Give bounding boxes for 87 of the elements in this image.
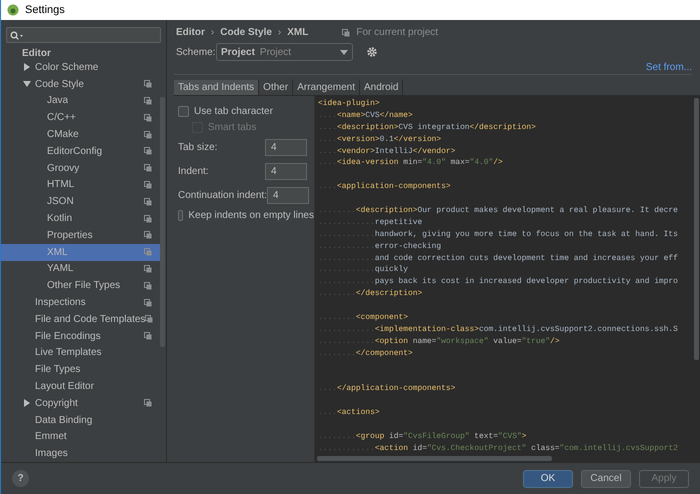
window-title: Settings — [25, 2, 65, 18]
checkbox-label: Keep indents on empty lines — [188, 208, 314, 222]
field-label: Tab size: — [178, 140, 218, 154]
checkbox-label: Smart tabs — [208, 120, 256, 134]
scrollbar-thumb[interactable] — [160, 97, 165, 347]
tree-item[interactable]: Layout Editor — [1, 378, 160, 395]
tree-item-label: Copyright — [35, 396, 79, 411]
vertical-scrollbar-thumb[interactable] — [694, 98, 699, 360]
tree-item[interactable]: File and Code Templates — [1, 310, 160, 328]
tree-item-label: File Encodings — [35, 330, 102, 344]
tree-item-label: Kotlin — [47, 212, 74, 226]
scheme-name: Project — [221, 46, 255, 60]
tree-item[interactable]: YAML — [1, 260, 160, 278]
tree-item[interactable]: Java — [1, 92, 160, 110]
tree-item[interactable]: Other File Types — [1, 277, 160, 294]
scheme-kind: Project — [260, 46, 292, 60]
set-from-link[interactable]: Set from... — [646, 62, 692, 73]
breadcrumb-item[interactable]: Code Style — [220, 25, 272, 40]
scheme-dropdown[interactable]: Project Project — [216, 43, 353, 61]
field-label: Continuation indent: — [178, 188, 267, 202]
tree-item-label: File and Code Templates — [35, 312, 146, 327]
tree-item-label: Color Scheme — [35, 60, 100, 75]
help-button[interactable]: ? — [12, 470, 29, 487]
tree-item-label: Code Style — [35, 78, 85, 92]
expanded-arrow-icon[interactable] — [23, 80, 31, 88]
tree-item-label: Groovy — [47, 162, 80, 176]
tree-item-label: Live Templates — [35, 346, 103, 360]
tab[interactable]: Tabs and Indents — [174, 80, 260, 95]
tree-item-label: Images — [35, 447, 69, 462]
breadcrumb-separator: › — [278, 26, 282, 40]
number-field[interactable]: 4 — [266, 186, 309, 204]
tree-item[interactable]: JSON — [1, 193, 160, 210]
tree-item[interactable]: Images — [1, 445, 160, 462]
project-scope-icon — [342, 28, 350, 36]
breadcrumb-separator: › — [210, 26, 214, 40]
checkbox[interactable] — [178, 210, 184, 220]
scope-note: For current project — [356, 26, 438, 40]
tree-item-label: Data Binding — [35, 414, 94, 428]
settings-icon[interactable] — [366, 46, 378, 58]
tree-item-label: XML — [47, 246, 69, 260]
tree-item[interactable]: Properties — [1, 226, 160, 244]
tree-item[interactable]: Emmet — [1, 428, 160, 446]
search-icon — [10, 30, 24, 40]
field-label: Indent: — [178, 164, 209, 178]
tree-item-label: Java — [47, 94, 70, 108]
tree-item[interactable]: HTML — [1, 176, 160, 194]
tree-item[interactable]: Inspections — [1, 294, 160, 311]
tree-item-label: File Types — [35, 363, 82, 378]
tree-item-label: Inspections — [35, 296, 87, 310]
tree-item[interactable]: EditorConfig — [1, 142, 160, 160]
collapsed-arrow-icon[interactable] — [23, 399, 31, 408]
tree-item[interactable]: C/C++ — [1, 109, 160, 126]
tree-item[interactable]: CMake — [1, 126, 160, 143]
tree-item-label: EditorConfig — [47, 144, 104, 159]
breadcrumb-item[interactable]: Editor — [176, 25, 205, 40]
tree-item[interactable]: Groovy — [1, 160, 160, 177]
dropdown-arrow-icon — [340, 50, 348, 54]
horizontal-scrollbar-thumb[interactable] — [317, 456, 552, 460]
tree-item[interactable]: Live Templates — [1, 344, 160, 362]
tree-item-label: JSON — [47, 195, 75, 210]
tree-item-label: CMake — [47, 128, 80, 142]
tree-item[interactable]: Copyright — [1, 394, 160, 412]
tree-item-label: Other File Types — [47, 279, 122, 294]
scheme-label: Scheme: — [176, 46, 216, 60]
tree-item[interactable]: File Encodings — [1, 328, 160, 345]
primary-button[interactable]: OK — [523, 470, 573, 488]
tree-item[interactable]: Kotlin — [1, 210, 160, 227]
section-header: Editor — [21, 49, 52, 59]
tree-item[interactable]: File Types — [1, 361, 160, 378]
tree-item[interactable]: Data Binding — [1, 412, 160, 429]
tree-item-label: Emmet — [35, 430, 68, 444]
search-field[interactable] — [6, 27, 161, 43]
collapsed-arrow-icon[interactable] — [23, 63, 31, 72]
app-icon — [7, 4, 19, 16]
tree-item-label: Layout Editor — [35, 380, 95, 394]
breadcrumb-item[interactable]: XML — [287, 25, 308, 40]
checkbox[interactable] — [178, 106, 189, 116]
number-field[interactable]: 4 — [265, 138, 307, 156]
checkbox-label: Use tab character — [194, 104, 273, 118]
tree-item[interactable]: Color Scheme — [1, 59, 160, 76]
number-field[interactable]: 4 — [265, 162, 307, 180]
tree-item-label: Properties — [47, 228, 94, 243]
tree-item[interactable]: Code Style — [1, 76, 160, 93]
dialog-button[interactable]: Cancel — [581, 470, 631, 488]
tree-item-label: HTML — [47, 178, 76, 192]
tree-item-label: C/C++ — [47, 111, 77, 126]
tree-item-label: YAML — [47, 262, 74, 276]
